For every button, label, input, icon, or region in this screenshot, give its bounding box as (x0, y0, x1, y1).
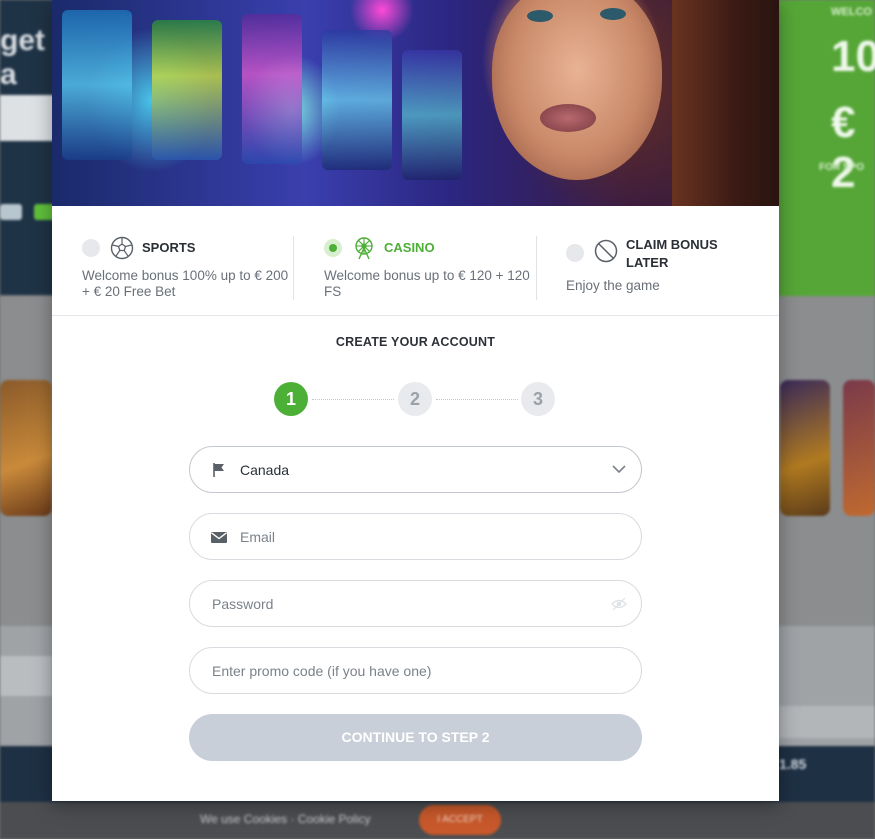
divider (293, 236, 294, 300)
country-select[interactable]: Canada (189, 446, 642, 493)
slot-machine-graphic (402, 50, 462, 180)
flag-icon (213, 462, 224, 477)
hero-face-graphic (492, 0, 662, 180)
hero-lips-graphic (540, 104, 596, 132)
bonus-radio[interactable] (324, 239, 342, 257)
hero-eye-graphic (600, 8, 626, 20)
step-connector (436, 399, 518, 400)
step-3: 3 (521, 382, 555, 416)
background-hero-text: get a (0, 24, 45, 91)
background-hero-left: get a (0, 0, 60, 295)
background-game-card (0, 380, 52, 516)
bonus-option-title: CASINO (384, 240, 435, 255)
hero-hair-graphic (672, 0, 779, 206)
step-2: 2 (398, 382, 432, 416)
background-game-card (780, 380, 830, 516)
background-promo-amount: € 2 (831, 98, 856, 197)
slot-machine-graphic (242, 14, 302, 164)
ferris-wheel-icon (355, 237, 373, 260)
password-input[interactable] (212, 595, 641, 612)
no-entry-icon (594, 239, 618, 263)
bonus-option-later[interactable]: CLAIM BONUS LATER Enjoy the game (566, 236, 778, 294)
bonus-radio[interactable] (566, 244, 584, 262)
bonus-option-description: Enjoy the game (566, 278, 660, 293)
email-field[interactable] (189, 513, 642, 560)
bonus-option-casino[interactable]: CASINO Welcome bonus up to € 120 + 120 F… (324, 236, 536, 300)
password-field[interactable] (189, 580, 642, 627)
continue-button[interactable]: CONTINUE TO STEP 2 (189, 714, 642, 761)
background-tab (779, 706, 875, 738)
step-1: 1 (274, 382, 308, 416)
bonus-option-description: Welcome bonus 100% up to € 200 + € 20 Fr… (82, 268, 289, 299)
background-price: 1.85 (779, 756, 807, 772)
background-promo-panel: WELCO 10 € 2 FOR SPO (779, 0, 875, 296)
background-pill (0, 204, 22, 220)
step-connector (312, 399, 394, 400)
cookie-banner: We use Cookies · Cookie Policy I ACCEPT (0, 802, 875, 839)
bonus-option-description: Welcome bonus up to € 120 + 120 FS (324, 268, 530, 299)
cookie-text: We use Cookies · Cookie Policy (200, 812, 371, 826)
bonus-option-title: CLAIM BONUS LATER (626, 237, 718, 270)
background-promo-amount: 10 (831, 32, 875, 81)
chevron-down-icon (612, 465, 626, 474)
country-value: Canada (240, 461, 290, 478)
hero-image (52, 0, 779, 206)
bonus-option-sports[interactable]: SPORTS Welcome bonus 100% up to € 200 + … (82, 236, 294, 300)
slot-machine-graphic (62, 10, 132, 160)
envelope-icon (211, 531, 227, 543)
step-indicator: 1 2 3 (274, 382, 556, 416)
eye-icon[interactable] (611, 597, 627, 611)
promo-code-field[interactable] (189, 647, 642, 694)
bonus-option-title: SPORTS (142, 240, 196, 255)
promo-code-input[interactable] (212, 662, 641, 679)
background-tab (0, 656, 52, 696)
form-title: CREATE YOUR ACCOUNT (335, 335, 496, 349)
soccer-ball-icon (110, 236, 134, 260)
background-game-card (843, 380, 875, 516)
background-promo-label: WELCO (831, 6, 872, 18)
slot-machine-graphic (152, 20, 222, 160)
email-input[interactable] (240, 528, 641, 545)
bonus-selector: SPORTS Welcome bonus 100% up to € 200 + … (52, 206, 779, 316)
hero-eye-graphic (527, 10, 553, 22)
slot-machine-graphic (322, 30, 392, 170)
background-input (0, 95, 56, 141)
registration-modal: SPORTS Welcome bonus 100% up to € 200 + … (52, 0, 779, 801)
cookie-accept-button[interactable]: I ACCEPT (419, 805, 501, 835)
background-promo-note: FOR SPO (819, 162, 865, 173)
divider (536, 236, 537, 300)
bonus-radio[interactable] (82, 239, 100, 257)
